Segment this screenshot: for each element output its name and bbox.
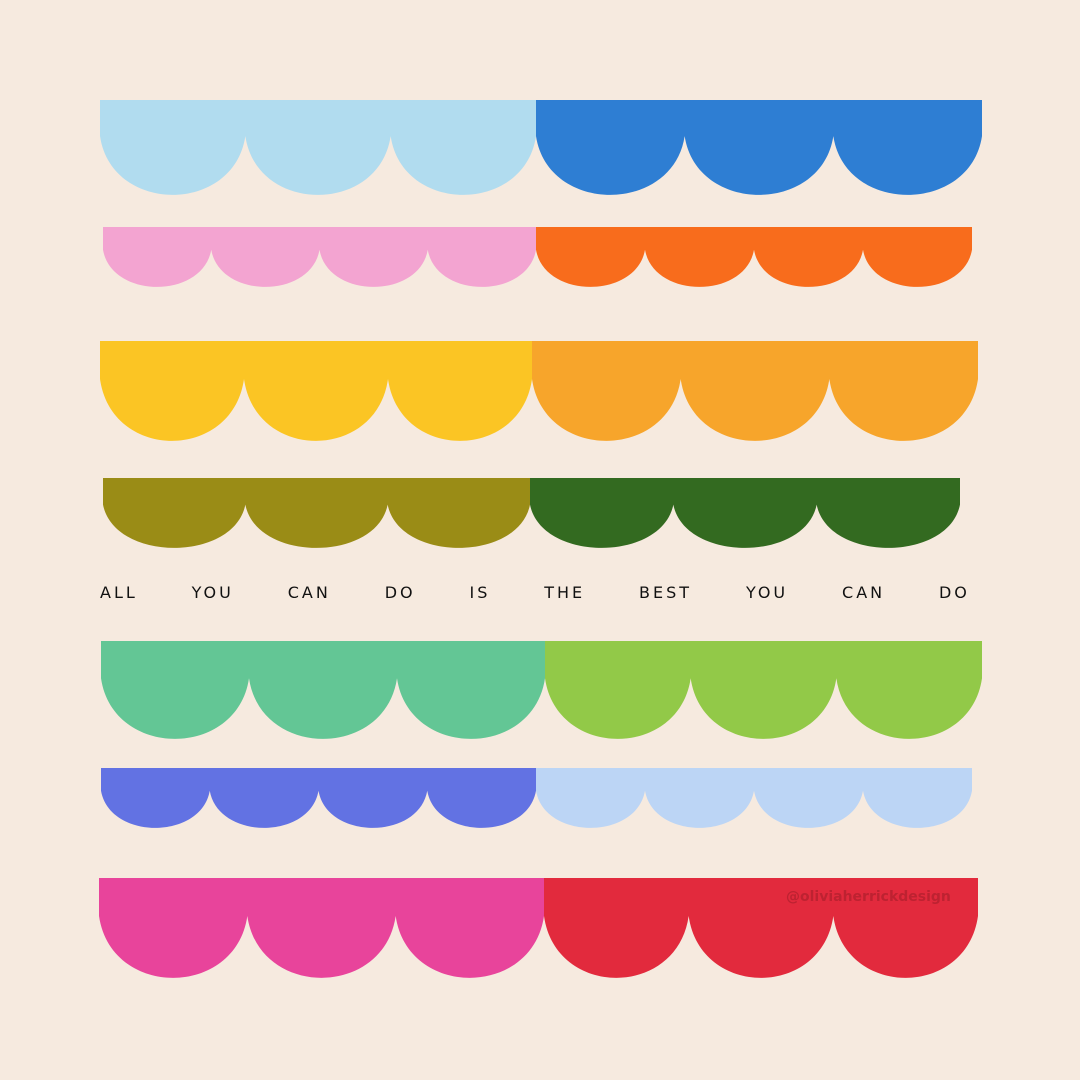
quote-text: ALL YOU CAN DO IS THE BEST YOU CAN DO bbox=[100, 580, 970, 604]
quote-word: DO bbox=[938, 582, 970, 602]
scallop-banner-left bbox=[100, 341, 532, 441]
scallop-banner-row bbox=[100, 100, 982, 195]
quote-word: THE bbox=[544, 582, 586, 602]
quote-word: DO bbox=[384, 582, 416, 602]
scallop-banner-row bbox=[103, 227, 972, 287]
scallop-banner-row bbox=[103, 478, 960, 548]
scallop-banner-left bbox=[100, 100, 536, 195]
scallop-banner-row bbox=[101, 768, 972, 828]
quote-word: YOU bbox=[745, 582, 789, 602]
quote-word: BEST bbox=[639, 582, 693, 602]
scallop-banner-right bbox=[530, 478, 960, 548]
scallop-banner-row bbox=[101, 641, 982, 739]
quote-word: ALL bbox=[100, 582, 138, 602]
scallop-banner-left bbox=[101, 768, 536, 828]
scallop-art bbox=[99, 100, 982, 978]
scallop-banner-row bbox=[100, 341, 978, 441]
scallop-banner-right bbox=[532, 341, 978, 441]
scallop-banner-right bbox=[545, 641, 982, 739]
watermark: @oliviaherrickdesign bbox=[786, 889, 951, 905]
scallop-banner-left bbox=[103, 478, 530, 548]
scallop-banner-right bbox=[536, 100, 982, 195]
scallop-banner-left bbox=[101, 641, 545, 739]
scallop-banner-right bbox=[536, 227, 972, 287]
quote-word: IS bbox=[469, 582, 491, 602]
quote-word: YOU bbox=[191, 582, 234, 602]
scallop-banner-left bbox=[103, 227, 536, 287]
scallop-banner-left bbox=[99, 878, 544, 978]
scallop-banner-right bbox=[536, 768, 972, 828]
quote-word: CAN bbox=[287, 582, 331, 602]
quote-word: CAN bbox=[842, 582, 886, 602]
